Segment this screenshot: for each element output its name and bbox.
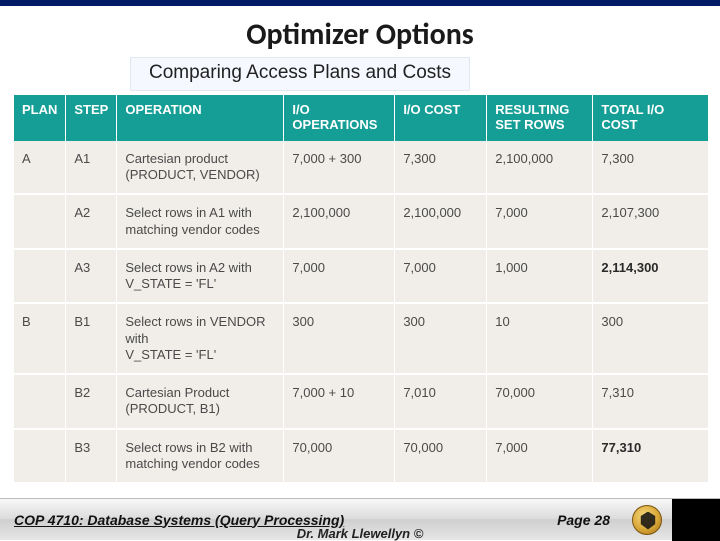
cell-operation: Cartesian Product(PRODUCT, B1) <box>117 374 284 429</box>
cell-io_cost: 70,000 <box>395 429 487 483</box>
cell-rows: 7,000 <box>487 429 593 483</box>
cell-total: 2,114,300 <box>593 249 708 304</box>
col-io-ops: I/OOPERATIONS <box>284 95 395 141</box>
table-row: A3Select rows in A2 withV_STATE = 'FL'7,… <box>14 249 708 304</box>
cell-step: B2 <box>66 374 117 429</box>
cell-total: 7,300 <box>593 141 708 195</box>
cell-plan <box>14 429 66 483</box>
cell-io_cost: 7,000 <box>395 249 487 304</box>
cell-plan: A <box>14 141 66 195</box>
col-io-cost: I/O COST <box>395 95 487 141</box>
col-rows: RESULTINGSET ROWS <box>487 95 593 141</box>
cell-rows: 70,000 <box>487 374 593 429</box>
cell-total: 7,310 <box>593 374 708 429</box>
cell-rows: 10 <box>487 303 593 374</box>
access-plans-table: PLAN STEP OPERATION I/OOPERATIONS I/O CO… <box>14 95 708 482</box>
cell-step: B3 <box>66 429 117 483</box>
cell-io_ops: 2,100,000 <box>284 194 395 249</box>
cell-step: B1 <box>66 303 117 374</box>
page-title: Optimizer Options <box>0 6 720 59</box>
table-row: B3Select rows in B2 withmatching vendor … <box>14 429 708 483</box>
cell-step: A1 <box>66 141 117 195</box>
col-step: STEP <box>66 95 117 141</box>
cell-rows: 7,000 <box>487 194 593 249</box>
cell-plan <box>14 249 66 304</box>
table-container: PLAN STEP OPERATION I/OOPERATIONS I/O CO… <box>14 95 708 482</box>
table-header-row: PLAN STEP OPERATION I/OOPERATIONS I/O CO… <box>14 95 708 141</box>
table-row: BB1Select rows in VENDOR withV_STATE = '… <box>14 303 708 374</box>
cell-io_ops: 7,000 + 10 <box>284 374 395 429</box>
cell-io_cost: 7,010 <box>395 374 487 429</box>
table-row: A2Select rows in A1 withmatching vendor … <box>14 194 708 249</box>
cell-io_ops: 300 <box>284 303 395 374</box>
col-total: TOTAL I/OCOST <box>593 95 708 141</box>
cell-plan <box>14 194 66 249</box>
cell-io_ops: 7,000 <box>284 249 395 304</box>
cell-plan: B <box>14 303 66 374</box>
cell-step: A3 <box>66 249 117 304</box>
cell-plan <box>14 374 66 429</box>
col-operation: OPERATION <box>117 95 284 141</box>
cell-io_cost: 300 <box>395 303 487 374</box>
cell-total: 77,310 <box>593 429 708 483</box>
cell-io_ops: 7,000 + 300 <box>284 141 395 195</box>
cell-total: 300 <box>593 303 708 374</box>
col-plan: PLAN <box>14 95 66 141</box>
cell-rows: 1,000 <box>487 249 593 304</box>
cell-step: A2 <box>66 194 117 249</box>
cell-operation: Select rows in A1 withmatching vendor co… <box>117 194 284 249</box>
cell-io_ops: 70,000 <box>284 429 395 483</box>
footer-byline: Dr. Mark Llewellyn © <box>0 526 720 541</box>
cell-io_cost: 7,300 <box>395 141 487 195</box>
table-subtitle: Comparing Access Plans and Costs <box>130 57 470 91</box>
cell-rows: 2,100,000 <box>487 141 593 195</box>
cell-operation: Select rows in A2 withV_STATE = 'FL' <box>117 249 284 304</box>
table-row: AA1Cartesian product(PRODUCT, VENDOR)7,0… <box>14 141 708 195</box>
table-row: B2Cartesian Product(PRODUCT, B1)7,000 + … <box>14 374 708 429</box>
cell-total: 2,107,300 <box>593 194 708 249</box>
cell-operation: Select rows in VENDOR withV_STATE = 'FL' <box>117 303 284 374</box>
cell-io_cost: 2,100,000 <box>395 194 487 249</box>
cell-operation: Select rows in B2 withmatching vendor co… <box>117 429 284 483</box>
cell-operation: Cartesian product(PRODUCT, VENDOR) <box>117 141 284 195</box>
